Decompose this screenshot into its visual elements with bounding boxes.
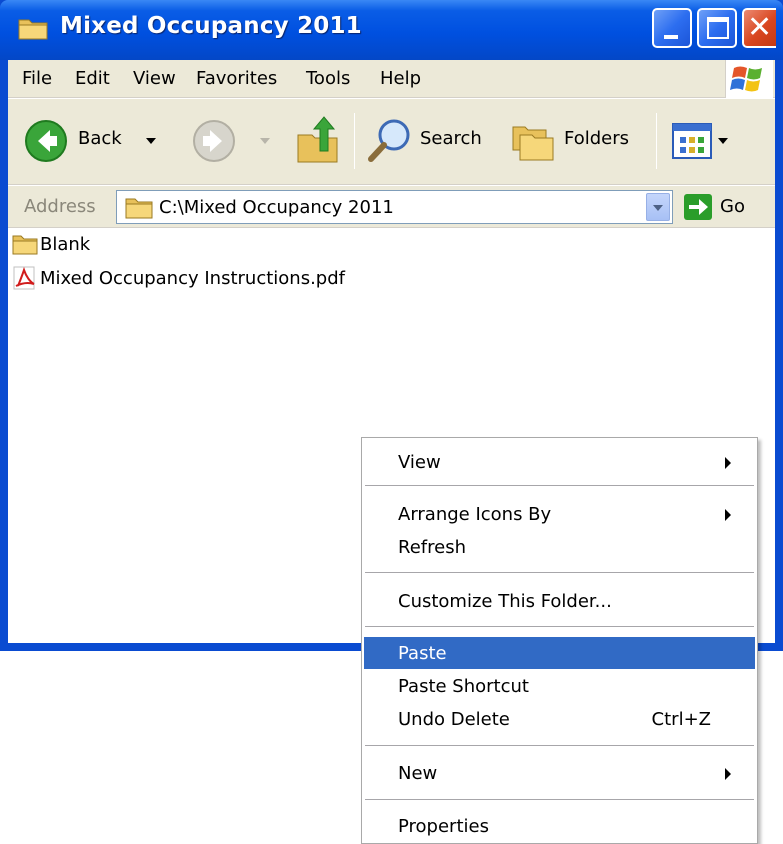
toolbar-separator	[354, 113, 355, 169]
maximize-button[interactable]	[697, 8, 737, 48]
views-icon	[672, 123, 712, 159]
address-value: C:\Mixed Occupancy 2011	[159, 197, 394, 218]
menu-separator	[365, 572, 754, 573]
menu-item-label: Paste Shortcut	[398, 676, 529, 697]
views-dropdown-icon[interactable]	[718, 138, 728, 144]
back-dropdown-icon[interactable]	[146, 138, 156, 144]
keyboard-shortcut: Ctrl+Z	[651, 709, 711, 730]
address-dropdown-button[interactable]	[646, 193, 670, 221]
windows-flag-icon	[730, 66, 762, 92]
file-name: Blank	[40, 233, 91, 255]
address-label: Address	[24, 196, 96, 217]
go-arrow-icon	[689, 199, 708, 215]
menu-item-label: Refresh	[398, 537, 466, 558]
menu-view[interactable]: View	[133, 68, 176, 89]
submenu-arrow-icon	[725, 457, 731, 469]
menu-item-arrange-icons-by[interactable]: Arrange Icons By	[364, 498, 755, 530]
forward-button[interactable]	[186, 113, 276, 169]
address-bar: Address C:\Mixed Occupancy 2011 Go	[8, 186, 775, 228]
folders-label: Folders	[564, 128, 630, 149]
menu-item-paste[interactable]: Paste	[364, 637, 755, 669]
back-button[interactable]: Back	[18, 113, 168, 169]
menu-item-label: Undo Delete	[398, 709, 510, 730]
back-label: Back	[78, 128, 122, 149]
go-button[interactable]	[684, 194, 712, 220]
folders-icon	[512, 126, 554, 161]
toolbar-separator	[656, 113, 657, 169]
menu-item-paste-shortcut[interactable]: Paste Shortcut	[364, 670, 755, 702]
file-name: Mixed Occupancy Instructions.pdf	[40, 267, 345, 289]
search-button[interactable]: Search	[364, 113, 504, 169]
menu-file[interactable]: File	[22, 68, 52, 89]
window-title: Mixed Occupancy 2011	[60, 13, 362, 39]
list-item[interactable]: Blank	[12, 231, 90, 257]
close-icon: ✕	[747, 10, 773, 45]
menu-edit[interactable]: Edit	[75, 68, 110, 89]
pdf-icon	[13, 266, 35, 290]
minimize-icon	[664, 35, 678, 39]
menu-separator	[365, 485, 754, 486]
folder-icon	[125, 198, 153, 219]
menu-tools[interactable]: Tools	[306, 68, 350, 89]
context-menu: View Arrange Icons By Refresh Customize …	[361, 437, 758, 844]
up-folder-icon[interactable]	[294, 113, 342, 169]
menu-item-label: Properties	[398, 816, 489, 837]
menu-item-new[interactable]: New	[364, 757, 755, 789]
menu-item-label: Customize This Folder...	[398, 591, 612, 612]
go-label[interactable]: Go	[720, 196, 745, 217]
maximize-icon	[707, 17, 729, 39]
views-button[interactable]	[668, 113, 738, 169]
folders-button[interactable]: Folders	[508, 113, 648, 169]
address-input[interactable]: C:\Mixed Occupancy 2011	[116, 190, 673, 224]
menu-favorites[interactable]: Favorites	[196, 68, 277, 89]
menu-help[interactable]: Help	[380, 68, 421, 89]
menu-item-label: View	[398, 452, 441, 473]
folder-icon	[18, 19, 48, 40]
menu-bar: File Edit View Favorites Tools Help	[8, 60, 775, 98]
submenu-arrow-icon	[725, 509, 731, 521]
back-arrow-icon	[25, 120, 67, 162]
toolbar: Back Search Folders	[8, 99, 775, 185]
menu-item-label: New	[398, 763, 438, 784]
menu-item-view[interactable]: View	[364, 446, 755, 478]
menu-separator	[365, 745, 754, 746]
submenu-arrow-icon	[725, 768, 731, 780]
menu-item-customize-folder[interactable]: Customize This Folder...	[364, 585, 755, 617]
menu-item-refresh[interactable]: Refresh	[364, 531, 755, 563]
menu-separator	[365, 799, 754, 800]
menu-item-properties[interactable]: Properties	[364, 810, 755, 842]
menu-item-label: Paste	[398, 643, 447, 664]
list-item[interactable]: Mixed Occupancy Instructions.pdf	[12, 265, 345, 291]
folder-icon	[12, 235, 38, 255]
close-button[interactable]: ✕	[742, 8, 776, 48]
search-icon	[368, 119, 410, 162]
windows-logo	[725, 60, 773, 98]
menu-item-undo-delete[interactable]: Undo Delete Ctrl+Z	[364, 703, 755, 735]
menu-separator	[365, 626, 754, 627]
search-label: Search	[420, 128, 482, 149]
minimize-button[interactable]	[652, 8, 692, 48]
menu-item-label: Arrange Icons By	[398, 504, 552, 525]
title-bar[interactable]: Mixed Occupancy 2011 ✕	[0, 0, 783, 60]
forward-dropdown-icon	[260, 138, 270, 144]
forward-arrow-icon	[193, 120, 235, 162]
